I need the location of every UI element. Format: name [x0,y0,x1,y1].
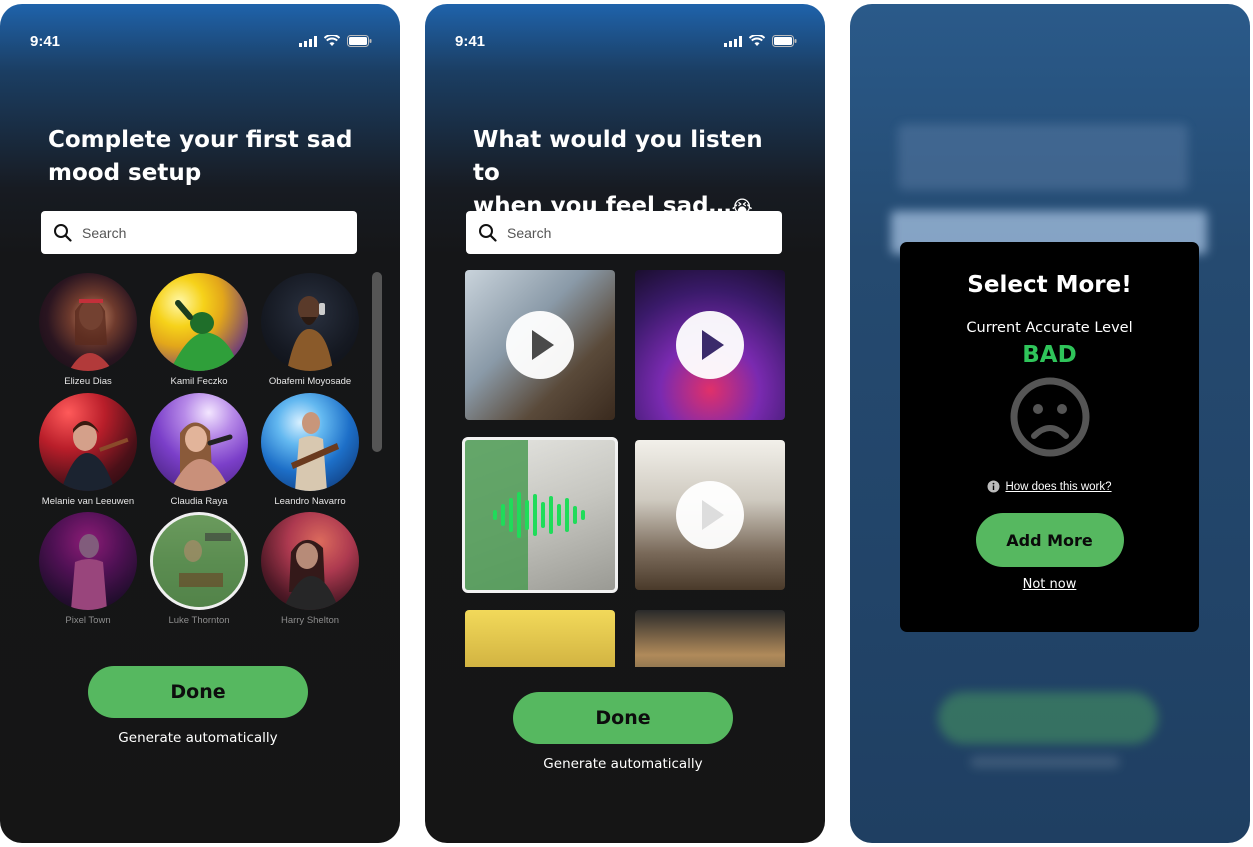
artist-item[interactable]: Pixel Town [38,512,138,626]
artist-name: Claudia Raya [170,496,228,507]
wifi-icon [324,35,340,46]
avatar [261,512,359,610]
artist-name: Harry Shelton [280,615,340,626]
artist-item[interactable]: Obafemi Moyosade [260,273,360,387]
artist-name: Melanie van Leeuwen [41,496,135,507]
select-more-modal-screen: Select More! Current Accurate Level BAD … [850,4,1250,843]
artist-item[interactable]: Leandro Navarro [260,393,360,507]
listen-selection-screen: 9:41 What would you listen to when you f… [425,4,825,843]
media-grid [425,4,825,667]
artist-item[interactable]: Harry Shelton [260,512,360,626]
page-title: Complete your first sad mood setup [48,127,353,186]
media-tile[interactable] [465,270,615,420]
add-more-button[interactable]: Add More [975,513,1124,567]
play-icon[interactable] [676,481,744,549]
modal-subtitle: Current Accurate Level [966,320,1133,336]
artist-selection-screen: 9:41 Complete your first sad mood setup … [0,4,400,843]
artist-name: Leandro Navarro [274,496,346,507]
search-input[interactable]: Search [41,211,357,254]
search-icon [54,224,72,242]
generate-automatically-link[interactable]: Generate automatically [503,756,743,772]
info-icon [987,480,1000,493]
sad-face-icon [1010,377,1089,457]
artist-name: Elizeu Dias [64,376,112,387]
done-button[interactable]: Done [513,692,733,744]
artist-item[interactable]: Kamil Feczko [149,273,249,387]
artist-item[interactable]: Melanie van Leeuwen [38,393,138,507]
soundwave-icon [493,492,585,538]
battery-icon [347,35,372,47]
artist-item-selected[interactable]: Luke Thornton [149,512,249,626]
avatar [150,273,248,371]
artist-name: Obafemi Moyosade [268,376,352,387]
avatar [39,512,137,610]
play-icon[interactable] [506,311,574,379]
status-time: 9:41 [30,32,61,50]
avatar [39,273,137,371]
media-tile[interactable] [635,610,785,667]
scrollbar[interactable] [372,272,382,452]
done-button[interactable]: Done [88,666,308,718]
generate-automatically-link[interactable]: Generate automatically [78,730,318,746]
avatar [261,273,359,371]
avatar [150,512,248,610]
artist-name: Pixel Town [65,615,111,626]
select-more-modal: Select More! Current Accurate Level BAD … [900,242,1199,632]
play-icon[interactable] [676,311,744,379]
artist-item[interactable]: Claudia Raya [149,393,249,507]
artist-name: Luke Thornton [168,615,230,626]
media-tile[interactable] [635,270,785,420]
not-now-link[interactable]: Not now [900,577,1199,592]
avatar [150,393,248,491]
status-bar: 9:41 [30,30,372,52]
artist-name: Kamil Feczko [170,376,228,387]
modal-title: Select More! [967,272,1132,298]
how-link[interactable]: How does this work? [1005,481,1111,493]
search-placeholder: Search [82,224,127,241]
media-tile[interactable] [465,610,615,667]
media-tile-selected[interactable] [462,437,618,593]
artist-item[interactable]: Elizeu Dias [38,273,138,387]
signal-icon [299,35,317,47]
media-tile[interactable] [635,440,785,590]
accuracy-level: BAD [1022,342,1077,368]
avatar [39,393,137,491]
avatar [261,393,359,491]
how-does-this-work[interactable]: How does this work? [900,480,1199,493]
